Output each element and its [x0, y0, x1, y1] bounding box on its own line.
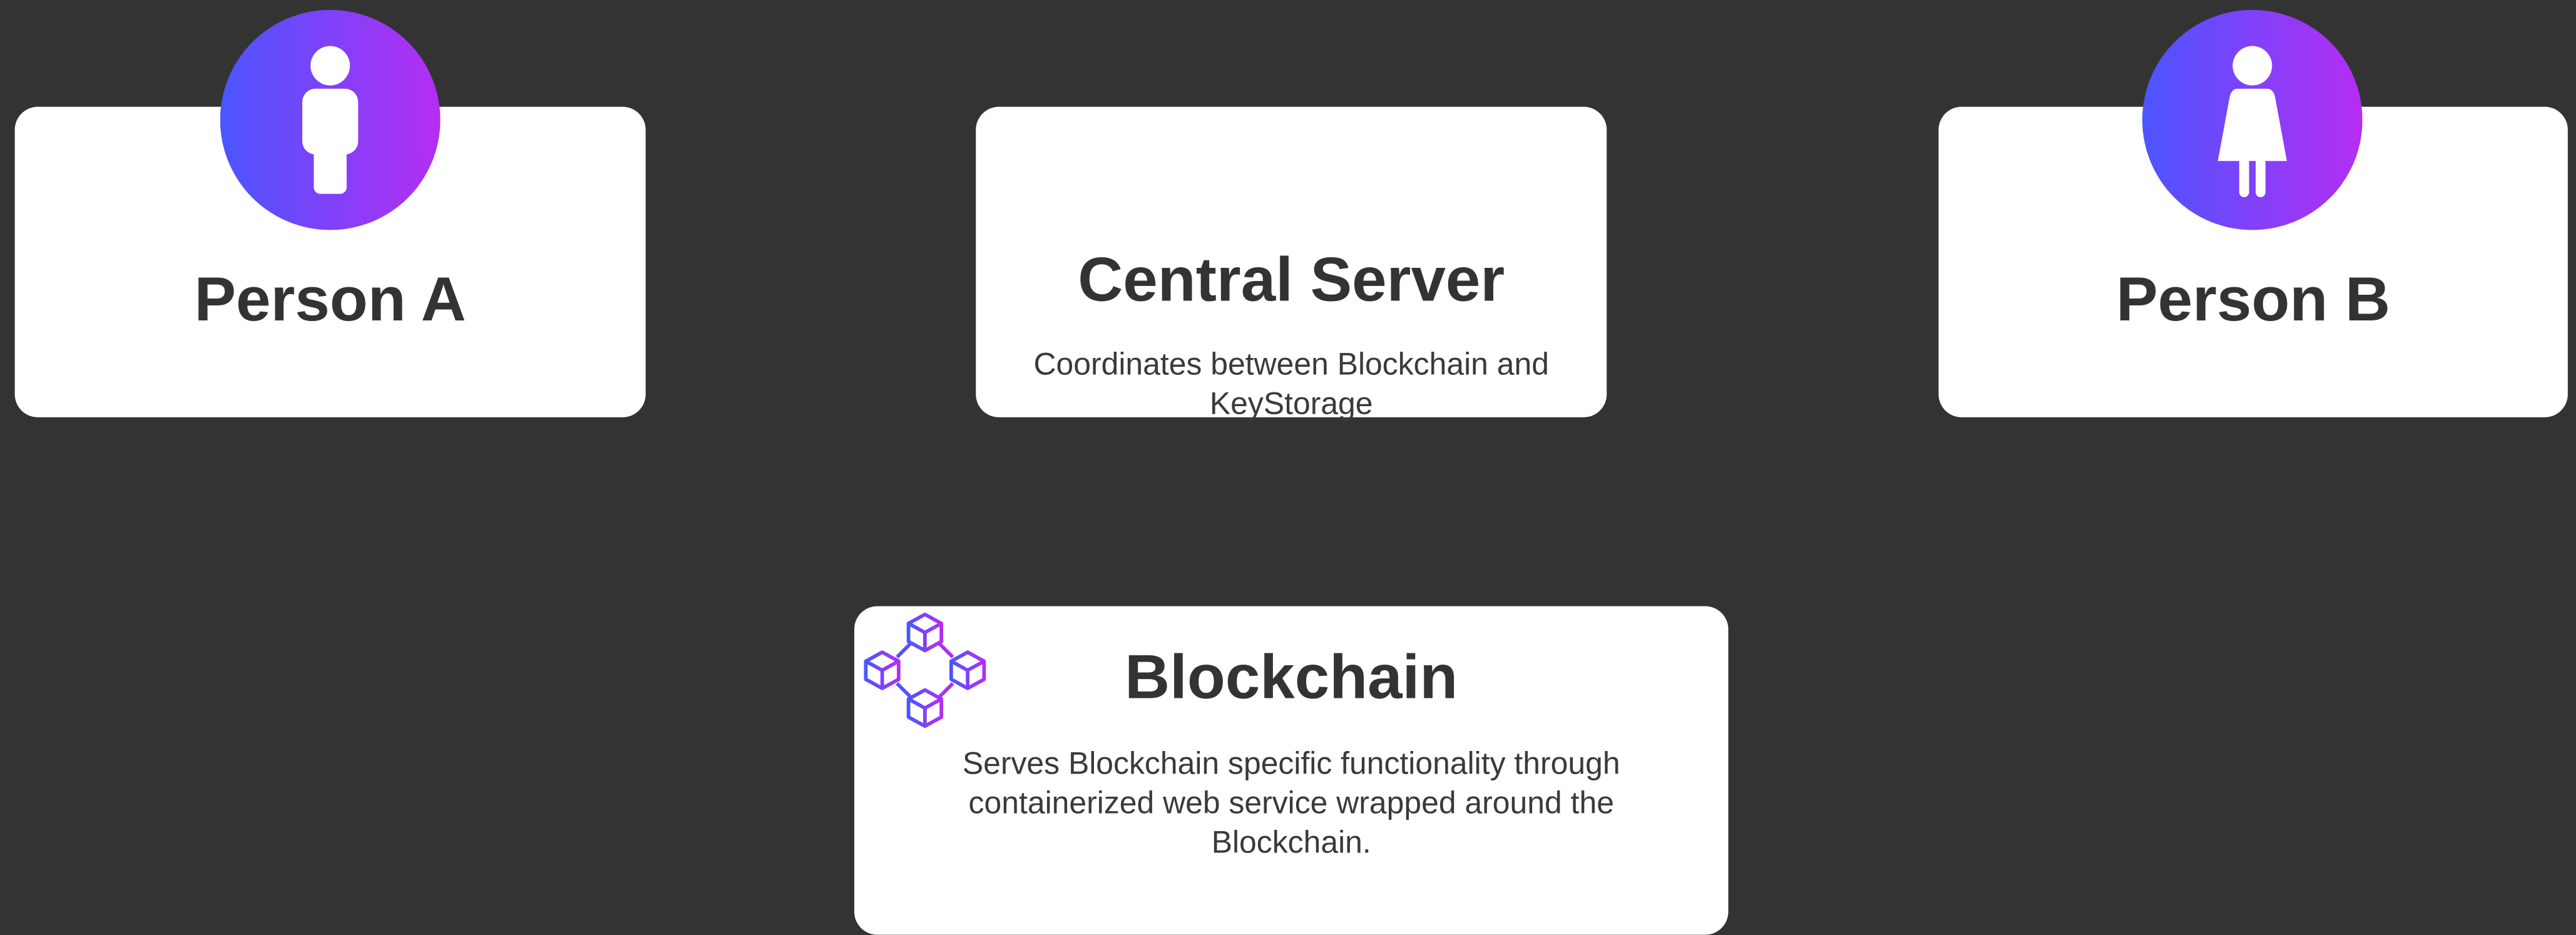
- central-server-title: Central Server: [1078, 246, 1505, 315]
- person-b-title: Person B: [2116, 266, 2391, 335]
- blockchain-card: Blockchain Serves Blockchain specific fu…: [854, 606, 1729, 935]
- male-person-icon: [220, 9, 441, 230]
- person-a-title: Person A: [194, 266, 466, 335]
- blockchain-description: Serves Blockchain specific functionality…: [962, 747, 1620, 861]
- central-server-card: Central Server Coordinates between Block…: [976, 106, 1607, 422]
- architecture-diagram: Person A Central Server Coordinates betw…: [0, 0, 2576, 935]
- female-person-icon: [2142, 9, 2363, 230]
- central-server-description: Coordinates between Blockchain and KeySt…: [1033, 348, 1550, 422]
- blockchain-title: Blockchain: [1125, 644, 1458, 713]
